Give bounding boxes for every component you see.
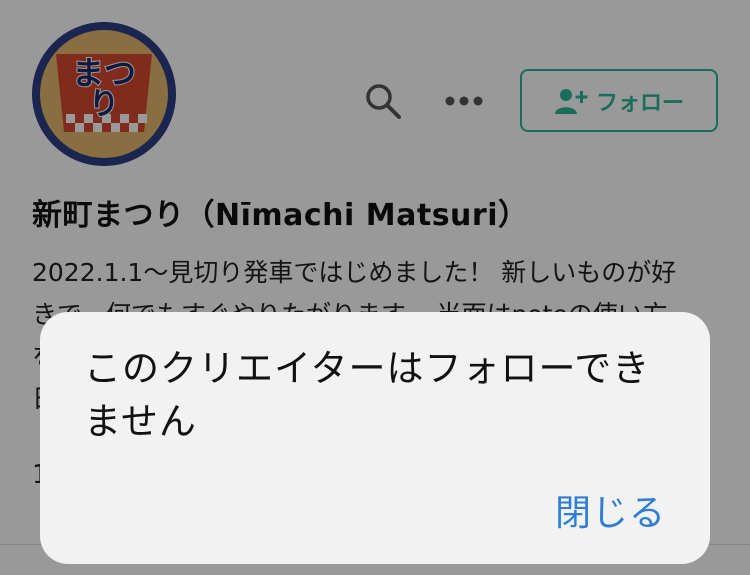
- close-button[interactable]: 閉じる: [555, 484, 666, 536]
- alert-dialog: このクリエイターはフォローできません 閉じる: [40, 312, 710, 564]
- dialog-message: このクリエイターはフォローできません: [84, 347, 651, 443]
